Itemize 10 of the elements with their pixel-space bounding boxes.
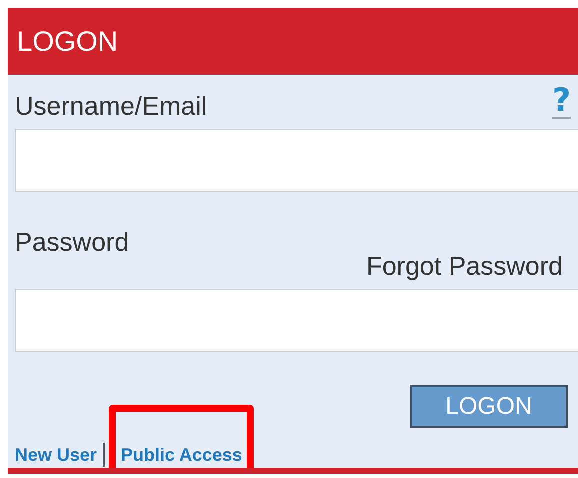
help-link[interactable]: ? — [552, 83, 571, 119]
nav-link[interactable]: Public Access — [121, 444, 242, 466]
panel-title: LOGON — [17, 26, 118, 58]
field-label: Password — [15, 227, 130, 257]
field-label: Username/Email — [15, 91, 208, 121]
input-field[interactable] — [15, 289, 578, 352]
forgot-password-link[interactable]: Forgot Password — [366, 251, 563, 281]
nav-link[interactable]: New User — [15, 444, 98, 466]
input-field[interactable] — [15, 129, 578, 192]
logon-button[interactable]: LOGON — [410, 385, 568, 428]
